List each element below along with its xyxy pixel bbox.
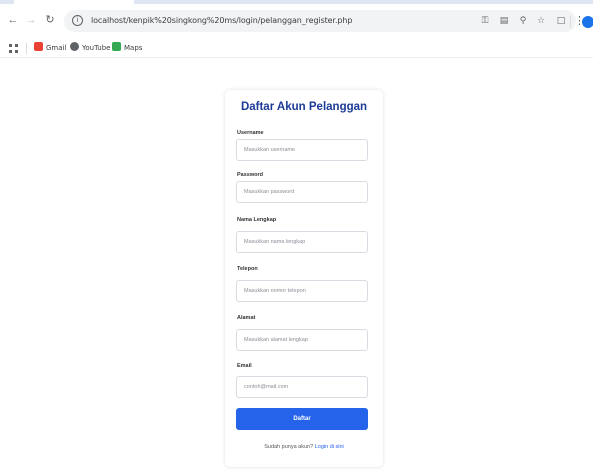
password-input[interactable] [236,181,368,203]
username-input[interactable] [236,139,368,161]
phone-input[interactable] [236,280,368,302]
browser-toolbar: ← → ↻ i localhost/kenpik%20singkong%20ms… [0,4,593,38]
back-icon[interactable]: ← [6,13,20,27]
bookmark-gmail[interactable]: Gmail [34,42,66,54]
url-text[interactable]: localhost/kenpik%20singkong%20ms/login/p… [91,14,352,28]
zoom-icon[interactable]: ⚲ [516,14,530,28]
password-key-icon[interactable]: ⚿ [478,14,492,28]
bookmark-maps[interactable]: Maps [112,42,142,54]
fullname-input[interactable] [236,231,368,253]
password-label: Password [237,172,263,178]
bookmarks-bar: Gmail YouTube Maps [0,38,593,58]
page-viewport: Daftar Akun Pelanggan Username Password … [0,58,593,474]
login-prompt: Sudah punya akun? Login di sini [225,444,383,450]
address-label: Alamat [237,315,256,321]
login-prompt-text: Sudah punya akun? [264,444,314,450]
email-input[interactable] [236,376,368,398]
username-label: Username [237,130,264,136]
form-title: Daftar Akun Pelanggan [240,101,368,113]
email-label: Email [237,363,252,369]
extensions-icon[interactable]: □ [554,14,568,28]
apps-grid-icon[interactable] [9,44,18,53]
site-info-icon[interactable]: i [72,15,83,26]
browser-menu-icon[interactable]: ⋮ [574,13,585,29]
translate-icon[interactable]: ▤ [497,14,511,28]
login-link[interactable]: Login di sini [315,444,344,450]
register-card: Daftar Akun Pelanggan Username Password … [225,90,383,467]
toolbar-divider [570,16,571,28]
address-input[interactable] [236,329,368,351]
gmail-icon [34,42,43,51]
address-bar[interactable]: i localhost/kenpik%20singkong%20ms/login… [64,10,593,32]
forward-icon[interactable]: → [24,13,38,27]
youtube-icon [70,42,79,51]
bookmark-youtube[interactable]: YouTube [70,42,110,54]
register-button[interactable]: Daftar [236,408,368,430]
phone-label: Telepon [237,266,258,272]
fullname-label: Nama Lengkap [237,217,277,223]
bookmarks-divider [26,43,27,54]
maps-icon [112,42,121,51]
reload-icon[interactable]: ↻ [43,13,57,27]
bookmark-star-icon[interactable]: ☆ [534,14,548,28]
